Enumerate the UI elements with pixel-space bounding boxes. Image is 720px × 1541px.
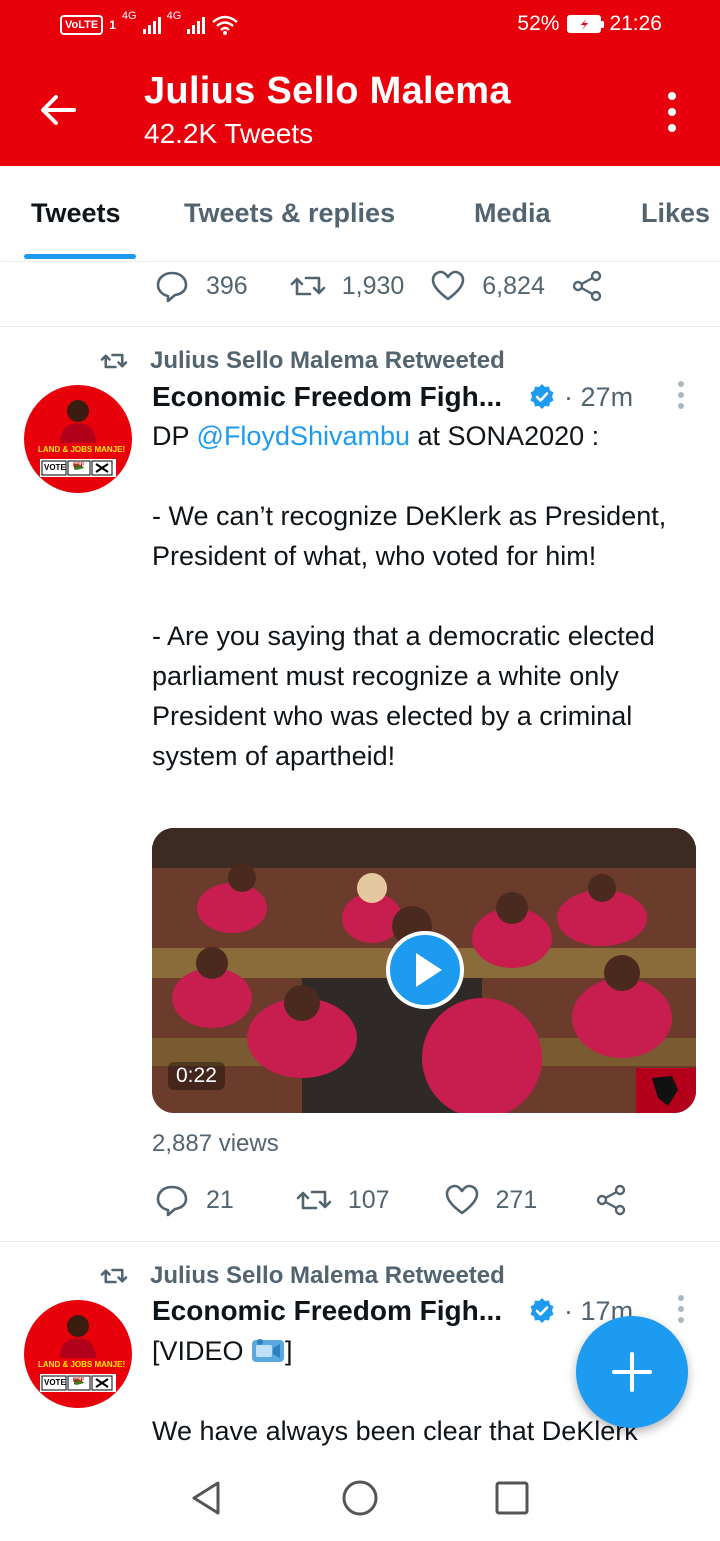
network-type-1: 4G [121,10,137,22]
reply-count: 21 [206,1185,234,1214]
like-count: 6,824 [482,271,545,300]
tweet-text-suffix: ] [285,1336,293,1366]
status-left: VoLTE 1 4G 4G [60,10,239,36]
nav-recents-icon[interactable] [492,1478,532,1518]
like-button[interactable]: 271 [442,1180,538,1220]
nav-back-icon[interactable] [186,1478,226,1518]
retweet-small-icon [100,353,128,369]
battery-percent: 52% [517,12,560,35]
tweet-options-icon[interactable] [676,380,686,410]
avatar-eff-text: EFF [73,1378,85,1384]
tweet-count: 42.2K Tweets [144,118,314,149]
tweet-body: - We can’t recognize DeKlerk as Presiden… [152,501,667,771]
retweet-icon [290,276,326,296]
tab-tweets-replies[interactable]: Tweets & replies [184,198,395,229]
plus-icon [612,1352,652,1392]
reply-button[interactable]: 21 [152,1180,234,1220]
avatar[interactable]: LAND & JOBS MANJE! VOTE EFF [24,1300,132,1408]
retweet-indicator: Julius Sello Malema Retweeted [98,346,505,376]
avatar-text: LAND & JOBS MANJE! [38,445,126,454]
share-icon[interactable] [569,268,605,304]
play-button[interactable] [386,931,464,1009]
profile-tabs: Tweets Tweets & replies Media Likes [0,166,720,262]
tweet-text: DP @FloydShivambu at SONA2020 : [152,416,702,456]
retweeted-by-label: Julius Sello Malema Retweeted [150,347,505,374]
verified-badge-icon [530,384,554,409]
view-count: 2,887 views [152,1130,279,1157]
verified-badge-icon [530,1298,554,1323]
divider [0,1241,720,1242]
page-title: Julius Sello Malema [144,70,511,112]
network-type-2: 4G [166,10,182,22]
video-duration: 0:22 [168,1062,225,1090]
status-bar: VoLTE 1 4G 4G 52% 21:26 [0,0,720,56]
retweet-indicator: Julius Sello Malema Retweeted [98,1261,505,1291]
retweet-small-icon [100,1268,128,1284]
tweet-time: · 27m [564,381,634,412]
retweeted-by-label: Julius Sello Malema Retweeted [150,1262,505,1289]
reply-count: 396 [206,271,248,300]
tab-media[interactable]: Media [474,198,551,229]
retweet-button[interactable]: 107 [294,1180,390,1220]
clock: 21:26 [609,12,662,35]
mention-link[interactable]: @FloydShivambu [197,421,411,451]
author-name[interactable]: Economic Freedom Figh... [152,381,502,413]
compose-tweet-button[interactable] [576,1316,688,1428]
more-options-icon[interactable] [660,90,684,134]
retweet-button[interactable]: 1,930 [288,266,405,306]
reply-button[interactable]: 396 [152,266,248,306]
sim-label: 1 [109,18,116,32]
profile-header: Julius Sello Malema 42.2K Tweets [0,56,720,166]
prev-tweet-actions: 396 1,930 6,824 [152,266,605,306]
like-button[interactable]: 6,824 [428,266,545,306]
avatar-text: LAND & JOBS MANJE! [38,1360,126,1369]
tweet-text-suffix: at SONA2020 : [410,421,600,451]
wifi-icon [212,15,239,35]
video-camera-icon [252,1339,285,1362]
status-right: 52% 21:26 [517,12,662,36]
volte-badge: VoLTE [60,15,104,35]
battery-icon [567,15,605,33]
share-icon[interactable] [593,1182,629,1218]
heart-icon [431,270,465,301]
retweet-count: 1,930 [341,271,405,300]
tweet-actions: 21 107 271 [152,1180,629,1220]
author-name[interactable]: Economic Freedom Figh... [152,1295,502,1327]
avatar-vote-text: VOTE [44,463,66,472]
signal-icon [142,16,161,34]
tweet-text-prefix: [VIDEO [152,1336,252,1366]
tab-likes[interactable]: Likes [641,198,710,229]
active-tab-indicator [24,254,136,259]
like-count: 271 [495,1185,538,1214]
back-arrow-icon[interactable] [34,86,82,134]
reply-icon [156,1185,188,1217]
avatar-eff-text: EFF [73,463,85,469]
signal-icon-2 [187,16,206,34]
divider [0,326,720,327]
system-nav-bar [0,1450,720,1541]
heart-icon [445,1184,478,1215]
reply-icon [156,271,188,303]
video-player[interactable]: 0:22 [152,828,696,1113]
tweet-header: Economic Freedom Figh... · 27m [152,378,692,416]
nav-home-icon[interactable] [340,1478,380,1518]
retweet-count: 107 [347,1185,390,1214]
avatar-vote-text: VOTE [44,1378,66,1387]
tab-tweets[interactable]: Tweets [31,198,121,229]
tweet-text-prefix: DP [152,421,197,451]
avatar[interactable]: LAND & JOBS MANJE! VOTE EFF [24,385,132,493]
retweet-icon [296,1190,332,1210]
